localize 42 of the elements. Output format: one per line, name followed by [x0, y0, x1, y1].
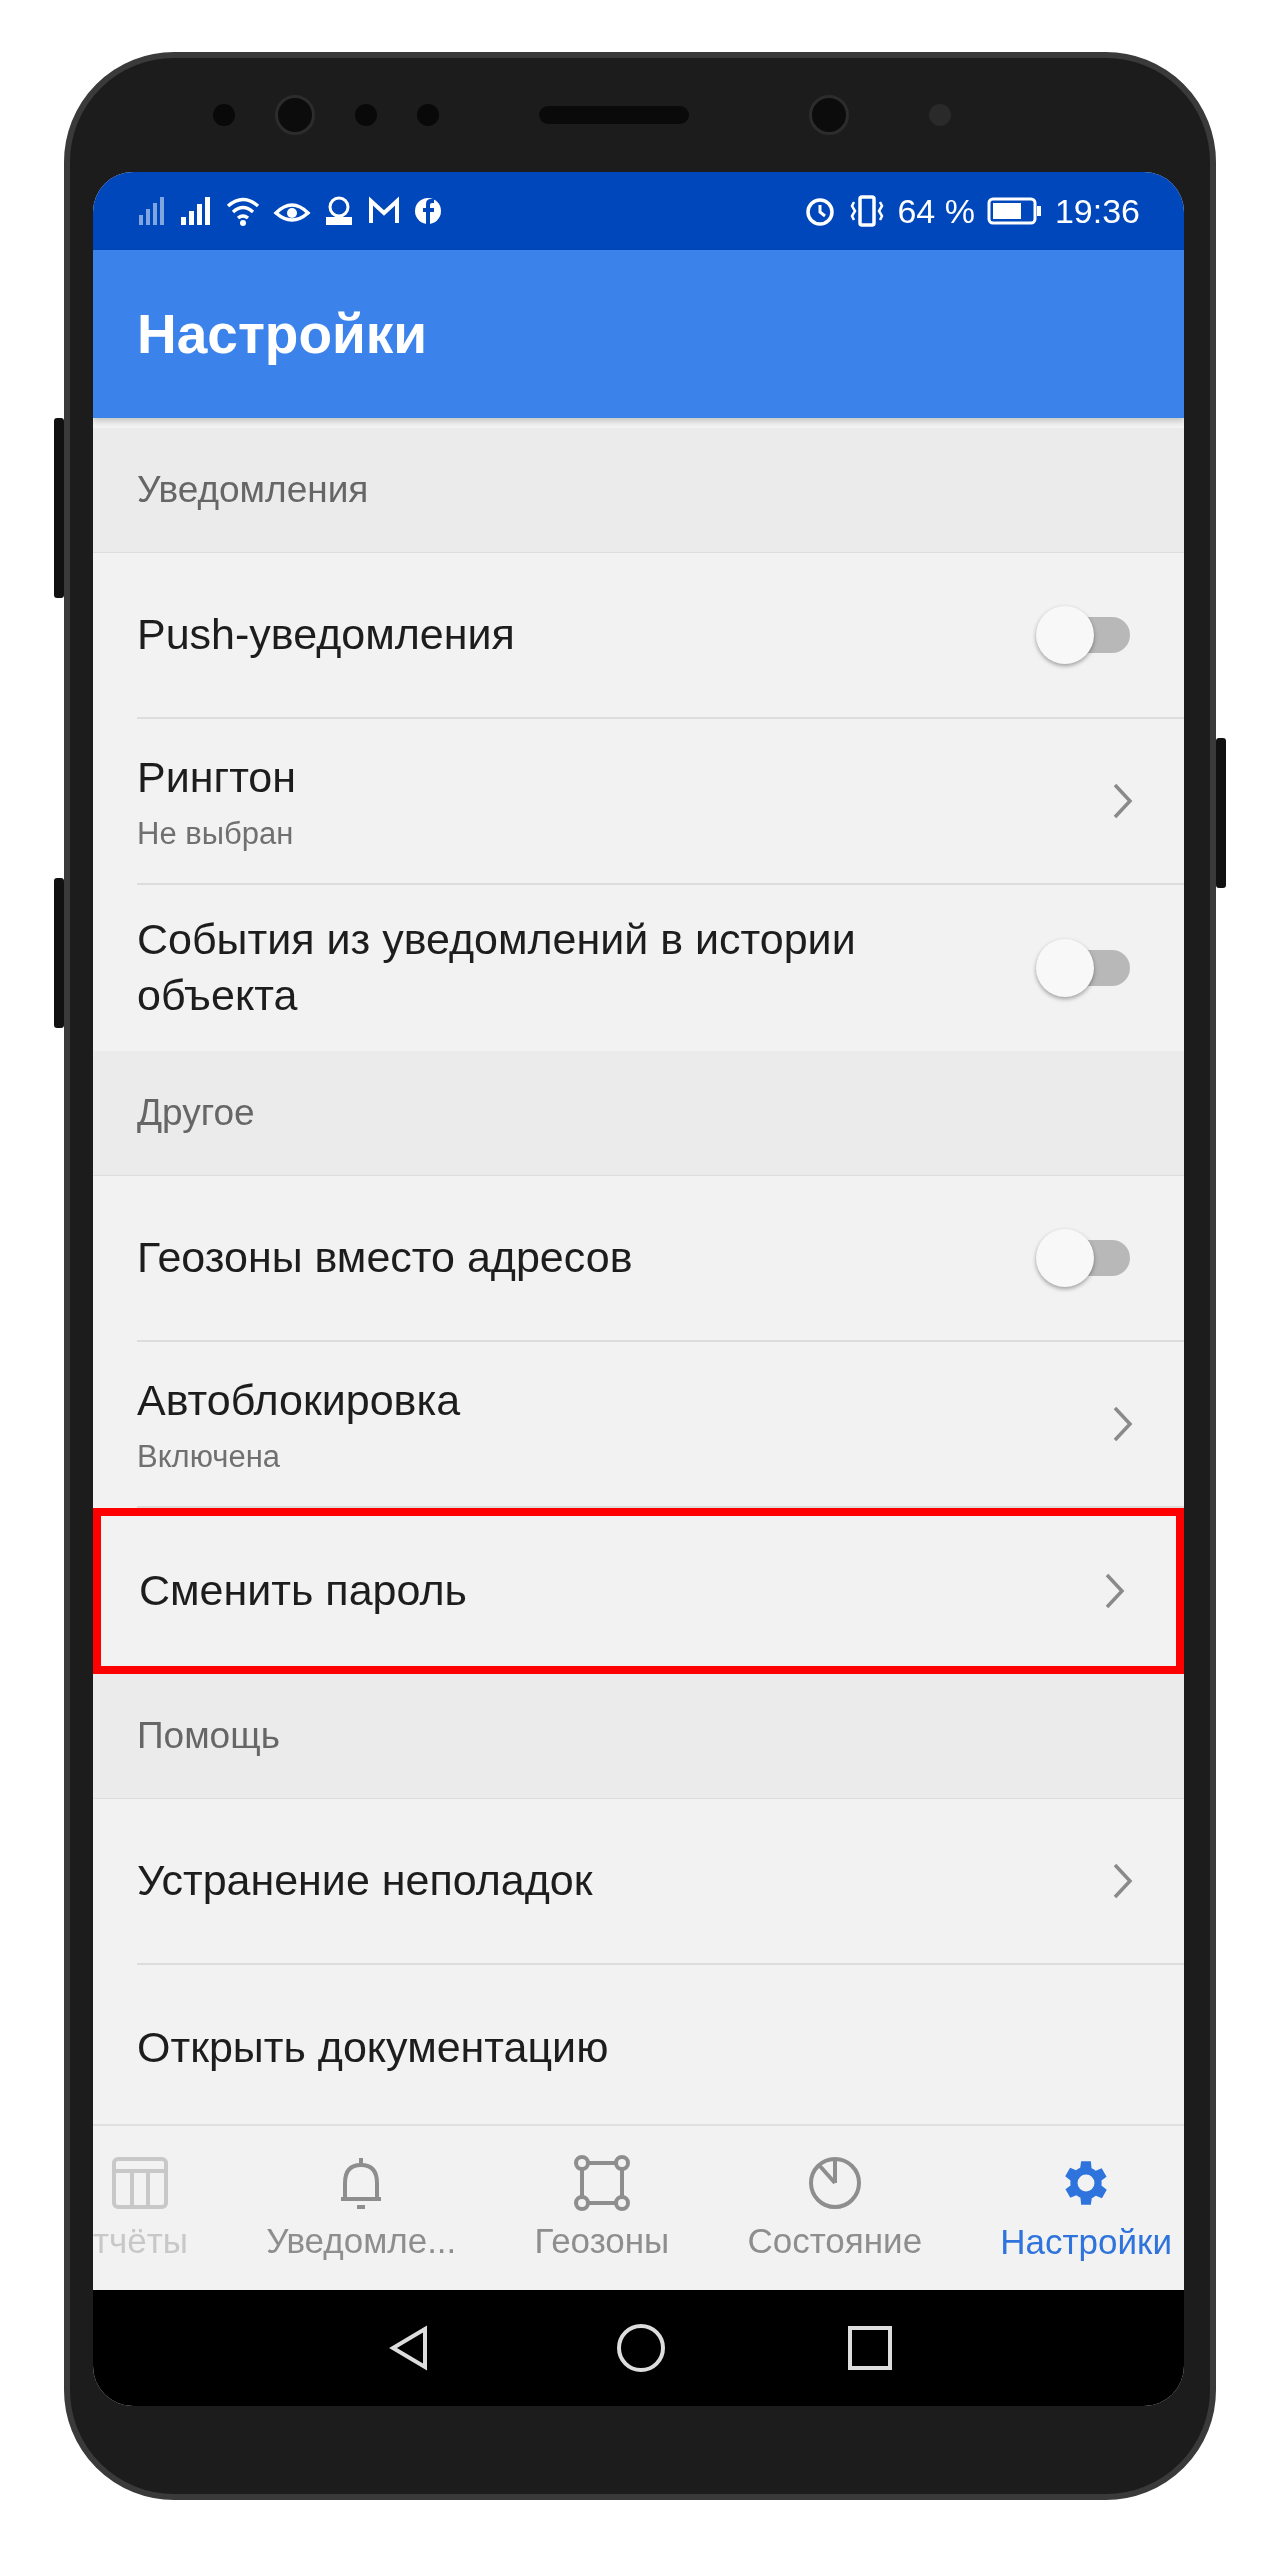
clock-time: 19:36 [1054, 191, 1140, 231]
camera-icon [275, 95, 315, 135]
setting-row[interactable]: Рингтон Не выбран [137, 719, 1184, 885]
battery-icon [986, 196, 1043, 226]
screen-title: Настройки [137, 302, 428, 366]
setting-label: Push-уведомления [137, 609, 515, 661]
vibrate-icon [849, 194, 886, 228]
setting-row[interactable]: Геозоны вместо адресов [137, 1176, 1184, 1342]
nav-tab[interactable]: Настройки [1000, 2154, 1172, 2262]
setting-row[interactable]: Push-уведомления [137, 553, 1184, 719]
signal-icon [137, 195, 167, 227]
camera-icon [809, 95, 849, 135]
setting-value: Не выбран [137, 815, 295, 852]
setting-label: Рингтон [137, 752, 296, 804]
setting-row[interactable]: События из уведомлений в истории объекта [137, 885, 1184, 1051]
chevron-right-icon [1112, 1862, 1134, 1900]
table-icon [110, 2155, 171, 2211]
setting-row[interactable]: Устранение неполадок [137, 1799, 1184, 1965]
signal-icon [179, 195, 213, 227]
setting-label: Сменить пароль [139, 1565, 467, 1617]
setting-label: Открыть документацию [137, 2022, 609, 2074]
facebook-icon [413, 195, 443, 227]
setting-label: События из уведомлений в истории объекта [137, 914, 857, 1021]
home-icon[interactable] [614, 2322, 667, 2374]
section-title: Другое [137, 1092, 255, 1134]
section-title: Помощь [137, 1715, 280, 1757]
setting-label: Геозоны вместо адресов [137, 1232, 633, 1284]
setting-row[interactable]: Открыть документацию [137, 1965, 1184, 2124]
chevron-right-icon [1104, 1572, 1126, 1610]
battery-percent: 64 % [897, 191, 975, 231]
recent-apps-icon[interactable] [846, 2325, 893, 2371]
section-title: Уведомления [137, 469, 369, 511]
pie-chart-icon [806, 2155, 863, 2211]
polygon-icon [571, 2155, 632, 2211]
setting-value: Включена [137, 1438, 281, 1475]
wifi-icon [225, 195, 261, 227]
highlighted-setting-row[interactable]: Сменить пароль [93, 1508, 1184, 1674]
setting-label: Устранение неполадок [137, 1855, 593, 1907]
setting-row[interactable]: Автоблокировка Включена [137, 1342, 1184, 1508]
chevron-right-icon [1112, 1405, 1134, 1443]
chevron-right-icon [1112, 782, 1134, 820]
setting-label: Автоблокировка [137, 1375, 461, 1427]
